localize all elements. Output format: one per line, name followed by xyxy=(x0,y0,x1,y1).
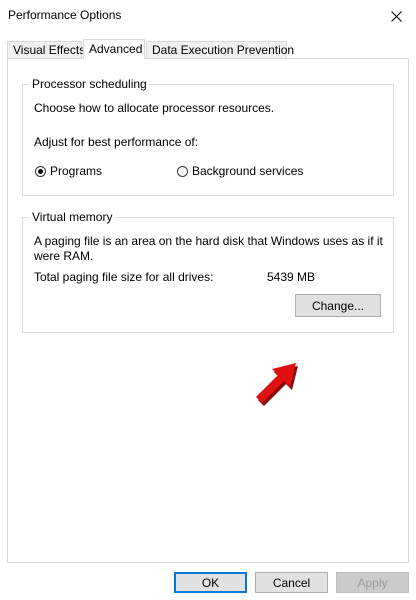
ok-button[interactable]: OK xyxy=(174,572,247,593)
window-title: Performance Options xyxy=(8,8,122,22)
radio-background-services[interactable]: Background services xyxy=(177,164,303,178)
radio-programs-circle[interactable] xyxy=(35,165,46,177)
radio-programs[interactable]: Programs xyxy=(35,164,102,178)
virtual-memory-description-line1: A paging file is an area on the hard dis… xyxy=(34,234,383,248)
tab-advanced[interactable]: Advanced xyxy=(83,39,145,59)
title-bar: Performance Options xyxy=(0,0,416,32)
tab-data-execution-prevention[interactable]: Data Execution Prevention xyxy=(146,41,294,58)
close-icon xyxy=(390,10,402,22)
change-button[interactable]: Change... xyxy=(295,294,381,317)
total-paging-label: Total paging file size for all drives: xyxy=(34,270,214,284)
close-button[interactable] xyxy=(376,0,416,32)
processor-description: Choose how to allocate processor resourc… xyxy=(34,101,275,115)
red-arrow-pointer-icon xyxy=(256,363,298,406)
advanced-tab-panel: Processor scheduling Choose how to alloc… xyxy=(7,58,409,563)
apply-button[interactable]: Apply xyxy=(336,572,409,593)
virtual-memory-description-line2: were RAM. xyxy=(34,249,94,263)
processor-scheduling-group: Processor scheduling Choose how to alloc… xyxy=(22,77,394,196)
radio-background-services-circle[interactable] xyxy=(177,165,188,177)
radio-programs-label: Programs xyxy=(50,164,103,178)
tab-visual-effects[interactable]: Visual Effects xyxy=(7,41,85,58)
performance-options-dialog: Performance Options Visual Effects Advan… xyxy=(0,0,416,600)
radio-background-services-label: Background services xyxy=(192,164,304,178)
processor-scheduling-title: Processor scheduling xyxy=(30,77,149,91)
cancel-button[interactable]: Cancel xyxy=(255,572,328,593)
total-paging-value: 5439 MB xyxy=(267,270,316,284)
radio-selected-dot xyxy=(38,168,43,174)
adjust-label: Adjust for best performance of: xyxy=(34,135,199,149)
virtual-memory-title: Virtual memory xyxy=(30,210,115,224)
